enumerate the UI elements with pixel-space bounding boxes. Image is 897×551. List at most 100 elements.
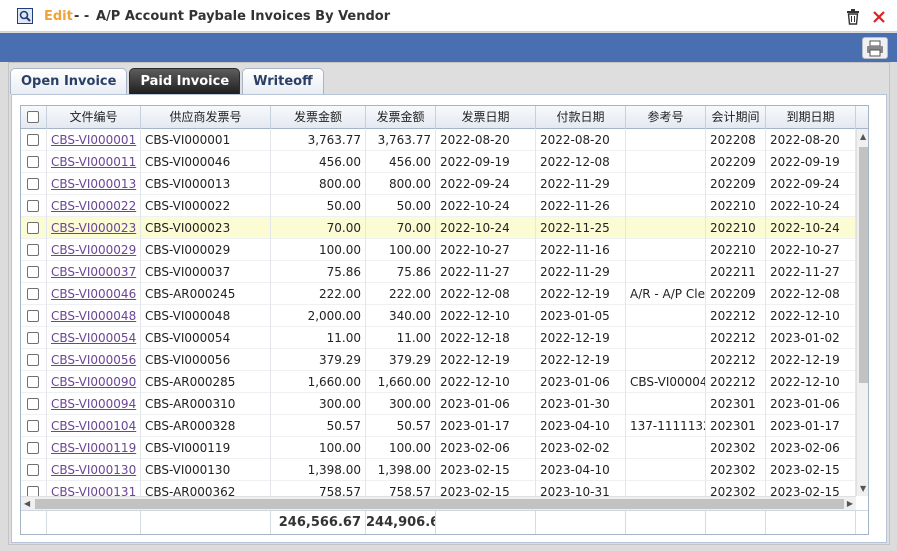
payment-date: 2022-11-16	[536, 239, 626, 261]
doc-no-link[interactable]: CBS-VI000130	[51, 463, 136, 477]
table-row[interactable]: CBS-VI000023 CBS-VI000023 70.00 70.00 2022-1…	[21, 217, 856, 239]
doc-no-link[interactable]: CBS-VI000056	[51, 353, 136, 367]
doc-no-link[interactable]: CBS-VI000029	[51, 243, 136, 257]
table-row[interactable]: CBS-VI000119 CBS-VI000119 100.00 100.00 2023…	[21, 437, 856, 459]
due-date: 2022-11-27	[766, 261, 856, 283]
table-row[interactable]: CBS-VI000048 CBS-VI000048 2,000.00 340.00 20…	[21, 305, 856, 327]
row-checkbox[interactable]	[27, 464, 39, 476]
invoice-amount-2: 100.00	[366, 239, 436, 261]
doc-no-link[interactable]: CBS-VI000119	[51, 441, 136, 455]
period: 202211	[706, 261, 766, 283]
vertical-scroll-thumb[interactable]	[859, 147, 868, 383]
scroll-up-icon[interactable]: ▲	[860, 132, 866, 141]
row-select-cell	[21, 173, 47, 195]
table-row[interactable]: CBS-VI000037 CBS-VI000037 75.86 75.86 2022-1…	[21, 261, 856, 283]
table-row[interactable]: CBS-VI000011 CBS-VI000046 456.00 456.00 2022…	[21, 151, 856, 173]
row-checkbox[interactable]	[27, 442, 39, 454]
doc-no-link[interactable]: CBS-VI000011	[51, 155, 136, 169]
col-header-vendor-invoice-no[interactable]: 供应商发票号	[141, 106, 271, 129]
grid-header: 文件编号 供应商发票号 发票金额 发票金额 发票日期 付款日期 参考号 会计期间…	[21, 106, 868, 129]
toolbar-strip	[0, 33, 897, 62]
doc-no-link[interactable]: CBS-VI000094	[51, 397, 136, 411]
period: 202212	[706, 305, 766, 327]
close-icon[interactable]	[871, 9, 887, 25]
vendor-invoice-no: CBS-AR000245	[141, 283, 271, 305]
table-row[interactable]: CBS-VI000046 CBS-AR000245 222.00 222.00 2022…	[21, 283, 856, 305]
due-date: 2022-12-10	[766, 305, 856, 327]
invoice-date: 2023-02-15	[436, 459, 536, 481]
col-header-payment-date[interactable]: 付款日期	[536, 106, 626, 129]
row-checkbox[interactable]	[27, 376, 39, 388]
doc-no-link[interactable]: CBS-VI000048	[51, 309, 136, 323]
doc-no-cell: CBS-VI000013	[47, 173, 141, 195]
invoice-date: 2022-12-18	[436, 327, 536, 349]
doc-no-link[interactable]: CBS-VI000104	[51, 419, 136, 433]
table-row[interactable]: CBS-VI000130 CBS-VI000130 1,398.00 1,398.00…	[21, 459, 856, 481]
table-row[interactable]: CBS-VI000001 CBS-VI000001 3,763.77 3,763.77…	[21, 129, 856, 151]
tab-writeoff[interactable]: Writeoff	[242, 68, 324, 94]
select-all-checkbox[interactable]	[27, 111, 39, 123]
invoice-date: 2022-10-24	[436, 195, 536, 217]
doc-no-link[interactable]: CBS-VI000001	[51, 133, 136, 147]
scroll-down-icon[interactable]: ▼	[860, 484, 866, 493]
scroll-left-icon[interactable]: ◀	[24, 499, 30, 508]
trash-icon[interactable]	[846, 9, 860, 25]
col-header-due-date[interactable]: 到期日期	[766, 106, 856, 129]
row-checkbox[interactable]	[27, 398, 39, 410]
col-header-invoice-amount-2[interactable]: 发票金额	[366, 106, 436, 129]
payment-date: 2022-12-19	[536, 349, 626, 371]
search-document-icon	[17, 8, 33, 24]
vendor-invoice-no: CBS-VI000130	[141, 459, 271, 481]
row-checkbox[interactable]	[27, 288, 39, 300]
totals-empty-cell	[47, 511, 141, 534]
doc-no-link[interactable]: CBS-VI000046	[51, 287, 136, 301]
due-date: 2022-10-27	[766, 239, 856, 261]
row-checkbox[interactable]	[27, 156, 39, 168]
table-row[interactable]: CBS-VI000090 CBS-AR000285 1,660.00 1,660.00…	[21, 371, 856, 393]
row-checkbox[interactable]	[27, 310, 39, 322]
col-header-doc-no[interactable]: 文件编号	[47, 106, 141, 129]
doc-no-cell: CBS-VI000054	[47, 327, 141, 349]
col-header-invoice-date[interactable]: 发票日期	[436, 106, 536, 129]
doc-no-link[interactable]: CBS-VI000090	[51, 375, 136, 389]
vendor-invoice-no: CBS-VI000056	[141, 349, 271, 371]
payment-date: 2023-01-05	[536, 305, 626, 327]
table-row[interactable]: CBS-VI000013 CBS-VI000013 800.00 800.00 2022…	[21, 173, 856, 195]
row-checkbox[interactable]	[27, 222, 39, 234]
scroll-right-icon[interactable]: ▶	[847, 499, 853, 508]
table-row[interactable]: CBS-VI000094 CBS-AR000310 300.00 300.00 2023…	[21, 393, 856, 415]
row-checkbox[interactable]	[27, 178, 39, 190]
doc-no-link[interactable]: CBS-VI000037	[51, 265, 136, 279]
col-header-reference[interactable]: 参考号	[626, 106, 706, 129]
row-checkbox[interactable]	[27, 266, 39, 278]
horizontal-scrollbar[interactable]: ◀ ▶	[21, 496, 856, 510]
horizontal-scroll-thumb[interactable]	[35, 499, 844, 509]
col-header-invoice-amount[interactable]: 发票金额	[271, 106, 366, 129]
print-button[interactable]	[862, 37, 888, 59]
reference	[626, 129, 706, 151]
doc-no-link[interactable]: CBS-VI000054	[51, 331, 136, 345]
table-row[interactable]: CBS-VI000056 CBS-VI000056 379.29 379.29 2022…	[21, 349, 856, 371]
row-checkbox[interactable]	[27, 134, 39, 146]
row-select-cell	[21, 393, 47, 415]
tab-open-invoice[interactable]: Open Invoice	[10, 68, 128, 94]
tab-paid-invoice[interactable]: Paid Invoice	[129, 68, 241, 94]
col-header-period[interactable]: 会计期间	[706, 106, 766, 129]
due-date: 2022-09-24	[766, 173, 856, 195]
invoice-amount-2: 50.00	[366, 195, 436, 217]
doc-no-link[interactable]: CBS-VI000023	[51, 221, 136, 235]
doc-no-link[interactable]: CBS-VI000013	[51, 177, 136, 191]
row-checkbox[interactable]	[27, 420, 39, 432]
row-checkbox[interactable]	[27, 354, 39, 366]
invoice-amount: 379.29	[271, 349, 366, 371]
table-row[interactable]: CBS-VI000054 CBS-VI000054 11.00 11.00 2022-1…	[21, 327, 856, 349]
doc-no-link[interactable]: CBS-VI000022	[51, 199, 136, 213]
table-row[interactable]: CBS-VI000022 CBS-VI000022 50.00 50.00 2022-1…	[21, 195, 856, 217]
vertical-scrollbar[interactable]: ▲ ▼	[856, 129, 868, 496]
invoice-amount-2: 100.00	[366, 437, 436, 459]
table-row[interactable]: CBS-VI000029 CBS-VI000029 100.00 100.00 2022…	[21, 239, 856, 261]
row-checkbox[interactable]	[27, 244, 39, 256]
row-checkbox[interactable]	[27, 200, 39, 212]
table-row[interactable]: CBS-VI000104 CBS-AR000328 50.57 50.57 2023-0…	[21, 415, 856, 437]
row-checkbox[interactable]	[27, 332, 39, 344]
